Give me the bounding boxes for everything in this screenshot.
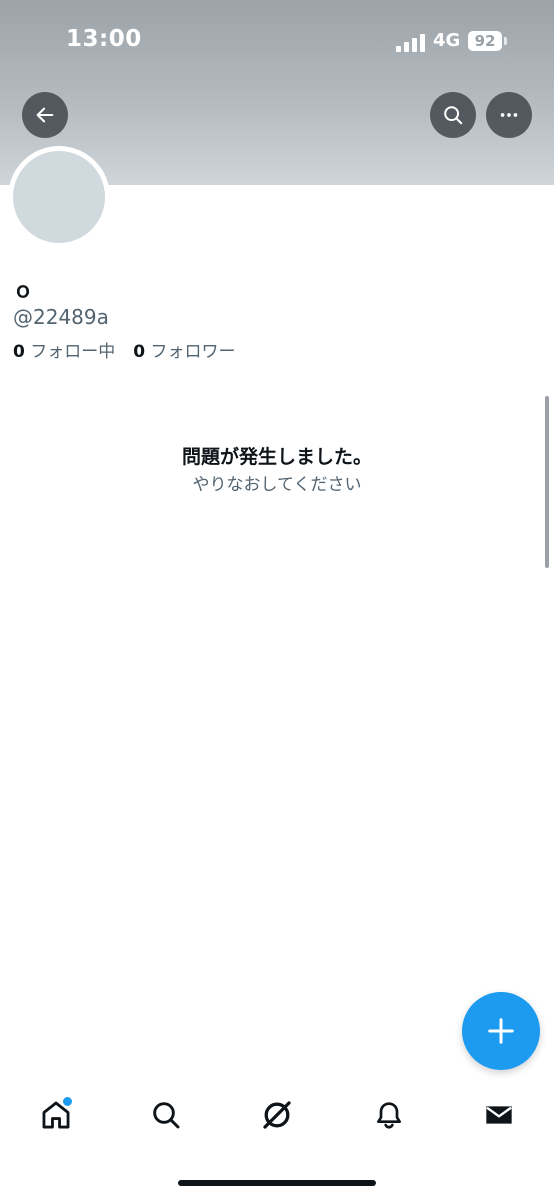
display-name: ｏ <box>13 278 33 302</box>
followers-count: 0 <box>133 342 146 362</box>
notification-dot <box>62 1096 73 1107</box>
tab-notifications[interactable] <box>364 1090 414 1140</box>
mail-icon <box>486 1106 512 1124</box>
scrollbar[interactable] <box>545 396 549 568</box>
search-button[interactable] <box>430 92 476 138</box>
status-bar: 13:00 4G 92 <box>0 0 554 80</box>
followers-link[interactable]: 0 フォロワー <box>133 342 235 362</box>
home-indicator[interactable] <box>178 1180 376 1186</box>
user-handle: @22489a <box>13 305 109 329</box>
status-time: 13:00 <box>66 26 142 52</box>
avatar[interactable] <box>8 146 110 248</box>
following-label: フォロー中 <box>30 342 116 362</box>
tab-home[interactable] <box>31 1090 81 1140</box>
more-horizontal-icon <box>500 113 518 117</box>
follow-stats: 0 フォロー中 0 フォロワー <box>13 337 236 362</box>
followers-label: フォロワー <box>150 342 236 362</box>
back-button[interactable] <box>22 92 68 138</box>
plus-icon <box>488 1018 514 1044</box>
signal-icon <box>396 32 426 52</box>
tab-messages[interactable] <box>474 1090 524 1140</box>
following-count: 0 <box>13 342 25 362</box>
arrow-left-icon <box>36 107 54 123</box>
avatar-placeholder <box>13 151 105 243</box>
search-icon <box>153 1102 180 1129</box>
tab-search[interactable] <box>141 1090 191 1140</box>
tab-bar <box>0 1090 554 1145</box>
network-type: 4G <box>433 30 461 51</box>
retry-link[interactable]: やりなおしてください <box>0 470 554 495</box>
battery-icon: 92 <box>468 31 502 51</box>
bell-icon <box>377 1102 401 1129</box>
compose-button[interactable] <box>462 992 540 1070</box>
search-icon <box>444 106 463 125</box>
battery-tip <box>504 37 507 45</box>
more-button[interactable] <box>486 92 532 138</box>
grok-icon <box>263 1101 291 1129</box>
following-link[interactable]: 0 フォロー中 <box>13 342 115 362</box>
error-title: 問題が発生しました。 <box>181 446 372 468</box>
tab-grok[interactable] <box>252 1090 302 1140</box>
